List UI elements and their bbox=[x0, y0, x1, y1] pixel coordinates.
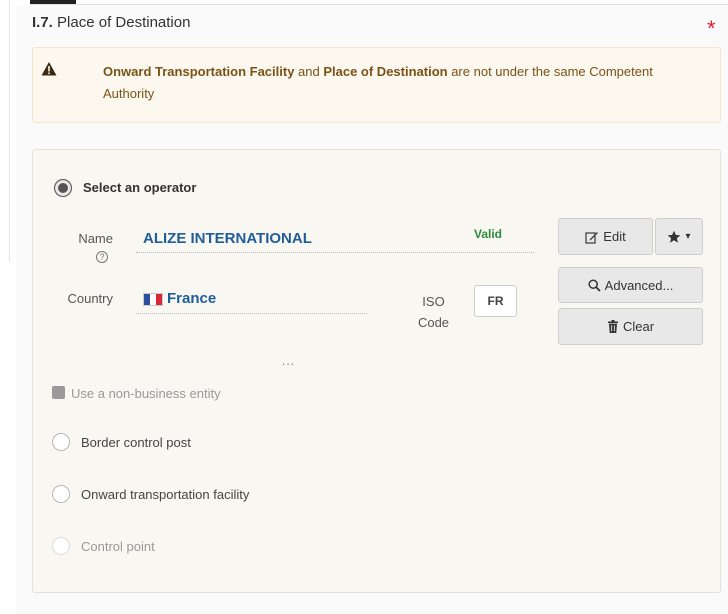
non-business-checkbox[interactable] bbox=[52, 386, 65, 399]
radio-control-point-label: Control point bbox=[81, 539, 155, 554]
left-divider bbox=[9, 0, 10, 262]
name-label: Name bbox=[78, 231, 113, 246]
search-icon bbox=[588, 278, 601, 292]
non-business-label: Use a non-business entity bbox=[71, 386, 221, 401]
name-underline bbox=[136, 252, 534, 253]
edit-icon bbox=[585, 231, 599, 244]
trash-icon bbox=[607, 320, 618, 333]
warning-message: Onward Transportation Facility and Place… bbox=[103, 61, 703, 105]
iso-code-box: FR bbox=[474, 285, 517, 317]
help-icon[interactable]: ? bbox=[96, 251, 108, 263]
status-badge: Valid bbox=[474, 227, 503, 241]
radio-border-control-post[interactable] bbox=[52, 433, 70, 451]
warning-part-and: and bbox=[294, 64, 324, 79]
country-value[interactable]: France bbox=[167, 290, 216, 307]
required-mark: * bbox=[707, 16, 716, 41]
edit-button-label: Edit bbox=[603, 229, 626, 244]
flag-france-icon bbox=[143, 293, 163, 306]
radio-select-operator-label: Select an operator bbox=[83, 180, 197, 195]
advanced-button-label: Advanced... bbox=[604, 277, 674, 293]
favorite-button[interactable]: ▾ bbox=[655, 218, 703, 255]
country-underline bbox=[136, 313, 367, 314]
radio-onward-transportation[interactable] bbox=[52, 485, 70, 503]
section-header: I.7. Place of Destination bbox=[32, 14, 190, 31]
section-number: I.7. bbox=[32, 14, 53, 31]
clear-button[interactable]: Clear bbox=[558, 308, 703, 345]
iso-label-line2: Code bbox=[417, 315, 450, 330]
radio-onward-transportation-label: Onward transportation facility bbox=[81, 487, 250, 502]
radio-control-point[interactable] bbox=[52, 537, 70, 555]
warning-alert: Onward Transportation Facility and Place… bbox=[32, 47, 721, 123]
warning-part-destination: Place of Destination bbox=[323, 64, 448, 79]
section-title: Place of Destination bbox=[57, 14, 191, 31]
warning-triangle-icon bbox=[41, 62, 57, 76]
iso-code-label: ISO Code bbox=[416, 291, 451, 333]
warning-part-facility: Onward Transportation Facility bbox=[103, 64, 295, 79]
star-icon bbox=[668, 230, 681, 243]
destination-options-card: Select an operator Name ? ALIZE INTERNAT… bbox=[32, 149, 721, 593]
advanced-search-button[interactable]: Advanced... bbox=[558, 267, 703, 303]
iso-label-line1: ISO bbox=[422, 294, 445, 309]
radio-border-control-post-label: Border control post bbox=[81, 435, 191, 450]
edit-button[interactable]: Edit bbox=[558, 218, 653, 255]
clear-button-label: Clear bbox=[622, 319, 655, 334]
chevron-down-icon: ▾ bbox=[685, 231, 691, 242]
radio-select-operator[interactable] bbox=[54, 179, 72, 197]
more-options-ellipsis[interactable]: ... bbox=[282, 354, 295, 368]
operator-name[interactable]: ALIZE INTERNATIONAL bbox=[143, 230, 312, 247]
country-label: Country bbox=[67, 291, 113, 306]
